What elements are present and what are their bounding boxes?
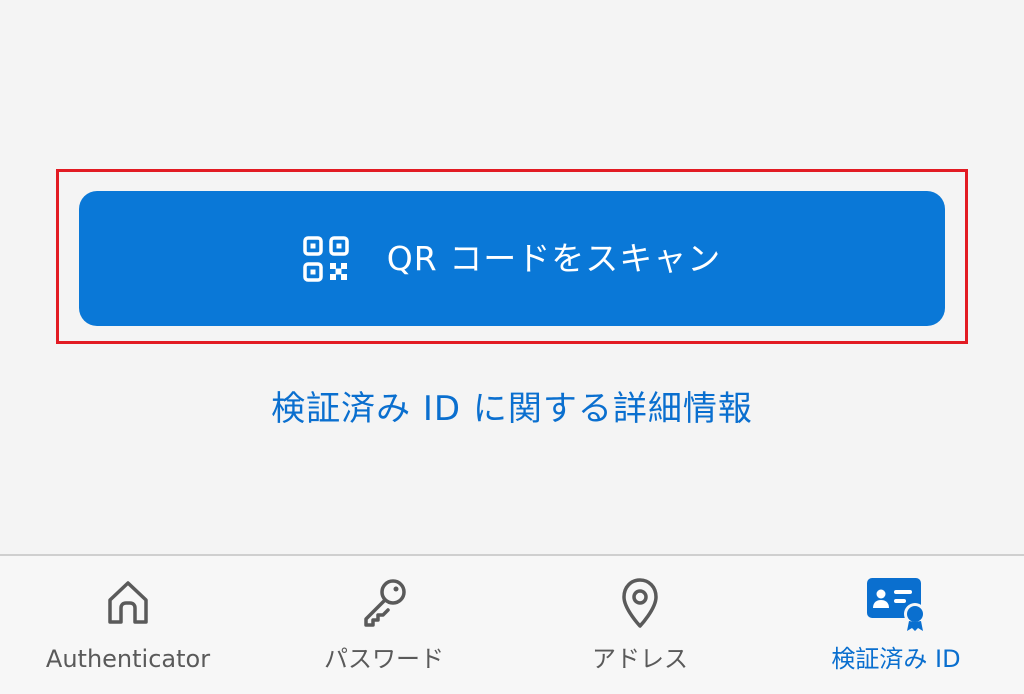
bottom-tab-bar: Authenticator パスワード アドレス 検証済み ID [0, 554, 1024, 694]
scan-qr-code-label: QR コードをスキャン [386, 239, 722, 278]
tab-authenticator-label: Authenticator [45, 645, 211, 673]
qr-code-icon [303, 235, 349, 282]
home-icon [96, 570, 160, 634]
scan-qr-code-button[interactable]: QR コードをスキャン [79, 191, 945, 326]
key-icon [352, 570, 416, 634]
verified-id-icon [864, 570, 928, 634]
verified-id-learn-more-link[interactable]: 検証済み ID に関する詳細情報 [0, 384, 1024, 434]
tab-authenticator[interactable]: Authenticator [0, 556, 256, 694]
tab-addresses-label: アドレス [592, 645, 688, 673]
tab-passwords-label: パスワード [324, 645, 444, 673]
main-content: QR コードをスキャン 検証済み ID に関する詳細情報 [0, 0, 1024, 554]
tab-passwords[interactable]: パスワード [256, 556, 512, 694]
tab-verified-ids[interactable]: 検証済み ID [768, 556, 1024, 694]
tab-verified-ids-label: 検証済み ID [831, 645, 961, 673]
location-pin-icon [608, 570, 672, 634]
tab-addresses[interactable]: アドレス [512, 556, 768, 694]
